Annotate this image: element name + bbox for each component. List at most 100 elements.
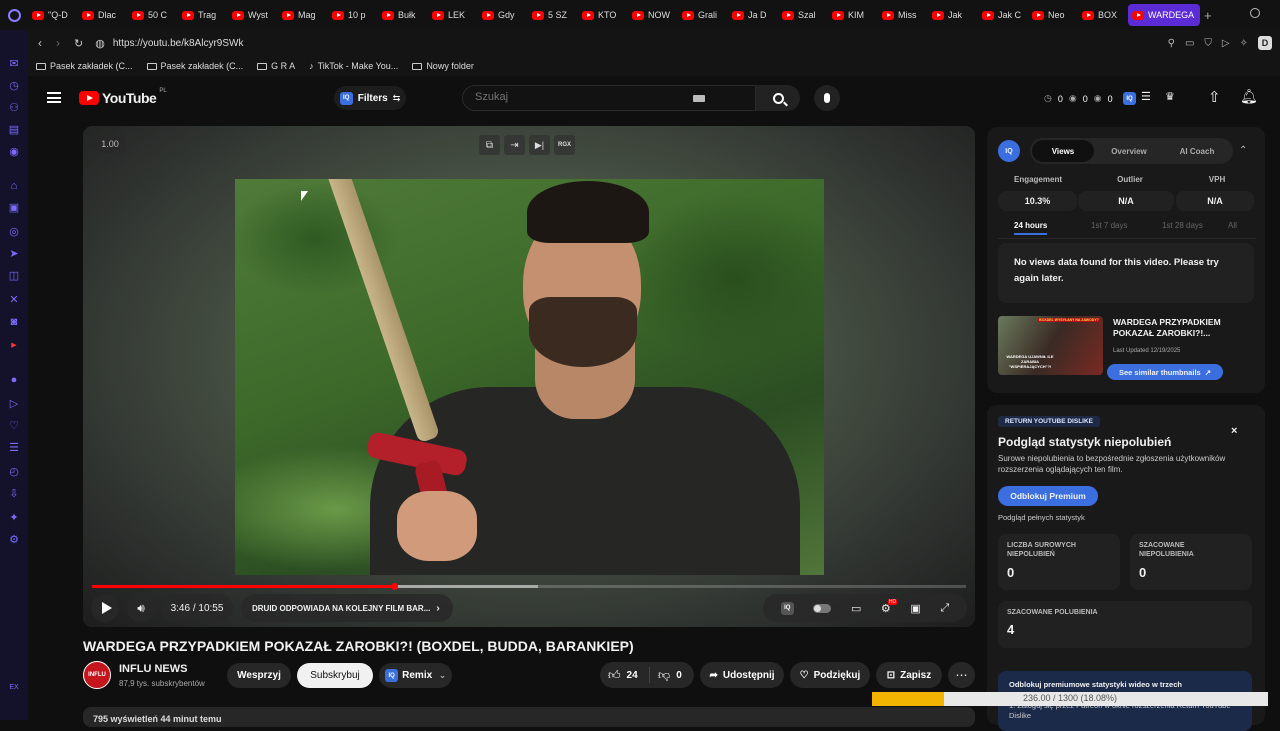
tab-item[interactable]: Ja D	[728, 4, 778, 26]
keyboard-icon[interactable]	[693, 95, 705, 102]
volume-button[interactable]: 🔊︎	[127, 594, 155, 622]
pip-button[interactable]: ⧉	[479, 135, 500, 155]
reload-icon[interactable]: ↻	[74, 37, 83, 50]
messenger-icon[interactable]: ◉	[8, 146, 20, 158]
iq-header-icon[interactable]: IQ	[1123, 92, 1136, 105]
youtube-logo[interactable]: YouTube PL	[79, 88, 167, 106]
mail-icon[interactable]: ✉	[8, 58, 20, 70]
menu-icon[interactable]	[47, 92, 61, 103]
notifications-icon[interactable]: 🔔︎	[1240, 88, 1258, 105]
heart-icon[interactable]: ♡	[8, 420, 20, 432]
tab-item[interactable]: Grali	[678, 4, 728, 26]
voice-search-button[interactable]	[814, 85, 840, 111]
list-icon[interactable]: ☰	[8, 442, 20, 454]
enter-button[interactable]: ⇥	[504, 135, 525, 155]
channel-name[interactable]: INFLU NEWS	[119, 663, 187, 675]
tab-item[interactable]: KIM	[828, 4, 878, 26]
search-box[interactable]	[462, 85, 756, 111]
settings-icon[interactable]: ⚙	[8, 534, 20, 546]
tab-item[interactable]: 50 C	[128, 4, 178, 26]
tab-item[interactable]: BOX	[1078, 4, 1128, 26]
bookmark-item[interactable]: ♪ TikTok - Make You...	[309, 61, 398, 71]
subscribe-button[interactable]: Subskrybuj	[297, 663, 373, 688]
twitch-icon[interactable]: ▣	[8, 202, 20, 214]
video-thumbnail[interactable]: BOXDEL WYSYŁANY NA ZAWODY? WARDEGA UJAWN…	[998, 316, 1103, 375]
dislike-button[interactable]: 👎︎ 0	[650, 668, 682, 683]
save-button[interactable]: ⊡ Zapisz	[876, 662, 942, 688]
instagram-icon[interactable]: ◫	[8, 270, 20, 282]
collapse-chevron-icon[interactable]: ⌃	[1239, 145, 1247, 156]
arc-icon[interactable]: ⌂	[8, 180, 20, 192]
remix-button[interactable]: IQ Remix ⌄	[379, 663, 452, 688]
tab-item[interactable]: 10 p	[328, 4, 378, 26]
more-actions-button[interactable]: ⋯	[948, 662, 975, 688]
tab-overview[interactable]: Overview	[1094, 147, 1164, 156]
expand-icon[interactable]: EX	[8, 682, 20, 694]
tab-item[interactable]: Szal	[778, 4, 828, 26]
browser-logo-icon[interactable]	[0, 0, 28, 30]
forward-icon[interactable]: ›	[56, 36, 60, 50]
channel-avatar[interactable]: INFLU	[83, 661, 111, 689]
close-icon[interactable]: ×	[1231, 425, 1237, 437]
like-button[interactable]: 👍︎ 24	[600, 667, 650, 683]
tab-item[interactable]: Neo	[1028, 4, 1078, 26]
period-7d[interactable]: 1st 7 days	[1091, 221, 1127, 230]
bookmark-icon[interactable]: ▭	[1185, 38, 1194, 49]
clock-icon[interactable]: ◴	[8, 466, 20, 478]
tab-item[interactable]: NOW	[628, 4, 678, 26]
bookmark-item[interactable]: Pasek zakładek (C...	[36, 61, 133, 71]
play-icon[interactable]: ▷	[8, 398, 20, 410]
tab-item[interactable]: "Q-D	[28, 4, 78, 26]
period-28d[interactable]: 1st 28 days	[1162, 221, 1203, 230]
tab-item[interactable]: 5 SZ	[528, 4, 578, 26]
filters-button[interactable]: IQ Filters ⇆	[334, 86, 406, 110]
tab-active[interactable]: WARDEGA	[1128, 4, 1200, 26]
play-ext-icon[interactable]: ▷	[1222, 38, 1230, 49]
video-frame[interactable]	[235, 179, 824, 575]
timer-icon[interactable]: ◷	[8, 80, 20, 92]
new-tab-button[interactable]: +	[1204, 8, 1218, 23]
settings-gear-icon[interactable]: ⚙ HD	[881, 598, 898, 615]
pin-icon[interactable]: ⚲	[1168, 38, 1175, 49]
upload-icon[interactable]: ⇧	[1208, 88, 1221, 106]
similar-thumbnails-button[interactable]: See similar thumbnails ↗	[1107, 364, 1223, 380]
progress-bar[interactable]	[92, 583, 966, 590]
tab-views[interactable]: Views	[1032, 140, 1094, 162]
profile-avatar[interactable]: D	[1258, 36, 1272, 50]
search-button[interactable]	[756, 85, 800, 111]
tab-item[interactable]: Bułk	[378, 4, 428, 26]
video-player[interactable]: 1.00 ⧉ ⇥ ▶| RGX 🔊︎ 3:46 / 10:55 DRUID OD…	[83, 126, 975, 627]
trophy-icon[interactable]: ♛	[1165, 90, 1175, 103]
play-button[interactable]	[91, 594, 119, 622]
extension-icon[interactable]: ✦	[8, 512, 20, 524]
tab-ai-coach[interactable]: AI Coach	[1164, 147, 1230, 156]
chapter-button[interactable]: DRUID ODPOWIADA NA KOLEJNY FILM BAR... ›	[241, 594, 453, 622]
search-input[interactable]	[475, 91, 715, 103]
tab-item[interactable]: Jak C	[978, 4, 1028, 26]
description-box[interactable]: 795 wyświetleń 44 minut temu	[83, 707, 975, 727]
tab-item[interactable]: Dlac	[78, 4, 128, 26]
list-header-icon[interactable]: ☰	[1141, 90, 1151, 103]
fullscreen-icon[interactable]: ⤢	[940, 602, 949, 615]
progress-scrubber[interactable]	[390, 583, 398, 590]
bookmark-item[interactable]: Pasek zakładek (C...	[146, 61, 243, 71]
tab-item[interactable]: Jak	[928, 4, 978, 26]
tab-item[interactable]: Trag	[178, 4, 228, 26]
download-icon[interactable]: ⇩	[8, 488, 20, 500]
tab-item[interactable]: Gdy	[478, 4, 528, 26]
user-icon[interactable]: ⚇	[8, 102, 20, 114]
next-frame-button[interactable]: ▶|	[529, 135, 550, 155]
bookmark-item[interactable]: G R A	[257, 61, 295, 71]
puzzle-icon[interactable]: ✧	[1240, 38, 1248, 49]
shield-icon[interactable]: ⛉	[1204, 38, 1212, 49]
telegram-icon[interactable]: ➤	[8, 248, 20, 260]
full-stats-link[interactable]: Podgląd pełnych statystyk	[998, 513, 1085, 522]
share-button[interactable]: ➦ Udostępnij	[700, 662, 784, 688]
message-icon[interactable]: ◎	[8, 226, 20, 238]
tab-item[interactable]: Miss	[878, 4, 928, 26]
bookmark-item[interactable]: Nowy folder	[412, 61, 474, 71]
tab-item[interactable]: Mag	[278, 4, 328, 26]
chat-icon[interactable]: ▤	[8, 124, 20, 136]
join-button[interactable]: Wesprzyj	[227, 663, 291, 688]
miniplayer-icon[interactable]: ▣	[910, 602, 920, 615]
